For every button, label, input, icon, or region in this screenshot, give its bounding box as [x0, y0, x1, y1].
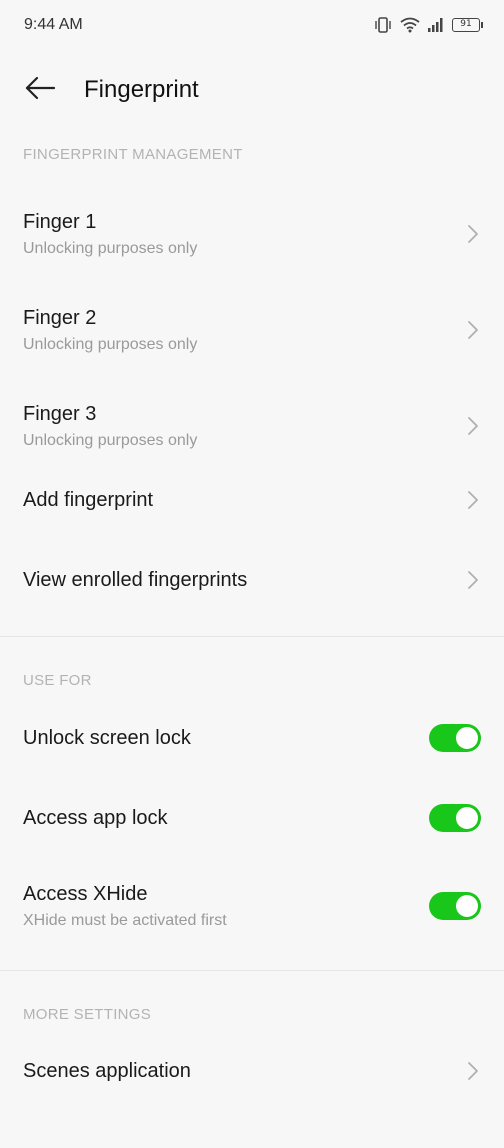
finger-1-item[interactable]: Finger 1 Unlocking purposes only [0, 186, 504, 282]
toggle-knob [456, 727, 478, 749]
add-fingerprint-item[interactable]: Add fingerprint [0, 474, 504, 526]
section-divider [0, 636, 504, 637]
section-header-more-settings: MORE SETTINGS [23, 1006, 152, 1023]
row-text: Access XHide XHide must be activated fir… [23, 883, 227, 930]
view-enrolled-fingerprints-item[interactable]: View enrolled fingerprints [0, 554, 504, 606]
row-text: Finger 1 Unlocking purposes only [23, 211, 197, 258]
row-title: Access XHide [23, 882, 148, 905]
chevron-right-icon [465, 568, 481, 592]
access-xhide-item[interactable]: Access XHide XHide must be activated fir… [0, 866, 504, 946]
toggle-knob [456, 895, 478, 917]
row-title: Finger 3 [23, 402, 97, 425]
wifi-icon [400, 17, 420, 33]
vibrate-icon [374, 17, 392, 33]
chevron-right-icon [465, 318, 481, 342]
finger-3-item[interactable]: Finger 3 Unlocking purposes only [0, 378, 504, 474]
row-subtitle: Unlocking purposes only [23, 239, 198, 257]
toggle-knob [456, 807, 478, 829]
status-time: 9:44 AM [24, 16, 83, 33]
fingerprint-settings-screen: 9:44 AM 91 Fingerprint FINGERPRINT MANAG… [0, 0, 504, 1148]
row-title: Access app lock [23, 806, 168, 829]
row-title: Scenes application [23, 1059, 191, 1082]
back-button[interactable] [10, 60, 70, 120]
access-app-lock-toggle[interactable] [429, 804, 481, 832]
unlock-screen-lock-toggle[interactable] [429, 724, 481, 752]
row-text: Finger 2 Unlocking purposes only [23, 307, 197, 354]
section-divider [0, 970, 504, 971]
row-title: Add fingerprint [23, 488, 154, 511]
access-app-lock-item[interactable]: Access app lock [0, 791, 504, 845]
row-title: View enrolled fingerprints [23, 568, 248, 591]
access-xhide-toggle[interactable] [429, 892, 481, 920]
page-title: Fingerprint [84, 76, 199, 103]
row-subtitle: Unlocking purposes only [23, 335, 198, 353]
arrow-left-icon [24, 76, 56, 105]
status-bar: 9:44 AM 91 [0, 0, 504, 50]
scenes-application-item[interactable]: Scenes application [0, 1044, 504, 1098]
row-subtitle: XHide must be activated first [23, 911, 227, 929]
finger-2-item[interactable]: Finger 2 Unlocking purposes only [0, 282, 504, 378]
signal-icon [428, 18, 444, 32]
chevron-right-icon [465, 414, 481, 438]
app-header: Fingerprint [0, 60, 504, 120]
chevron-right-icon [465, 222, 481, 246]
section-header-use-for: USE FOR [23, 672, 92, 689]
status-icons: 91 [374, 17, 483, 33]
unlock-screen-lock-item[interactable]: Unlock screen lock [0, 711, 504, 765]
row-text: Finger 3 Unlocking purposes only [23, 403, 197, 450]
row-title: Finger 1 [23, 210, 97, 233]
chevron-right-icon [465, 488, 481, 512]
row-title: Finger 2 [23, 306, 97, 329]
row-title: Unlock screen lock [23, 726, 191, 749]
row-subtitle: Unlocking purposes only [23, 431, 198, 449]
section-header-management: FINGERPRINT MANAGEMENT [23, 146, 243, 163]
battery-icon: 91 [452, 18, 483, 32]
chevron-right-icon [465, 1059, 481, 1083]
